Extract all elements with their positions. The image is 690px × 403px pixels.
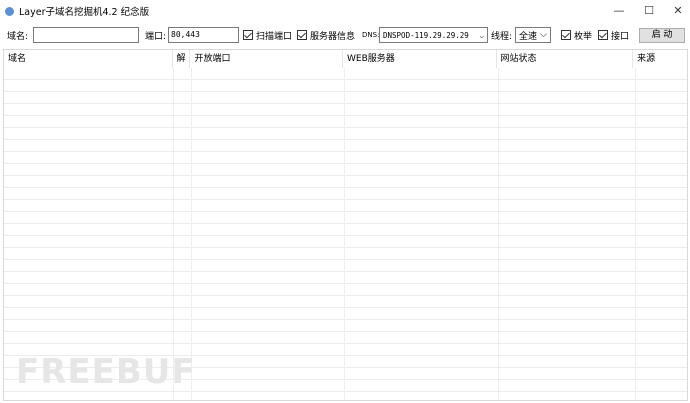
api-checkbox[interactable]: 接口 bbox=[598, 27, 629, 43]
checkbox-checked-icon bbox=[561, 30, 571, 40]
checkbox-checked-icon bbox=[243, 30, 253, 40]
chevron-down-icon: ⌵ bbox=[540, 30, 547, 40]
column-header-source[interactable]: 来源 bbox=[633, 50, 687, 68]
column-header-web-server[interactable]: WEB服务器 bbox=[343, 50, 497, 68]
window-title: Layer子域名挖掘机4.2 纪念版 bbox=[19, 7, 150, 18]
thread-label: 线程: bbox=[491, 31, 513, 42]
api-label: 接口 bbox=[611, 31, 630, 42]
column-header-open-ports[interactable]: 开放端口 bbox=[190, 50, 343, 68]
domain-label: 域名: bbox=[7, 31, 29, 42]
dns-value: DNSPOD-119.29.29.29 bbox=[383, 30, 469, 40]
port-input[interactable]: 80,443 bbox=[168, 27, 239, 43]
server-info-checkbox[interactable]: 服务器信息 bbox=[297, 27, 355, 43]
thread-value: 全速 bbox=[519, 31, 538, 42]
table-header: 域名 解 开放端口 WEB服务器 网站状态 来源 bbox=[4, 50, 687, 68]
port-label: 端口: bbox=[145, 31, 167, 42]
table-body bbox=[4, 68, 687, 400]
enumerate-label: 枚举 bbox=[574, 31, 593, 42]
dns-label: DNS: bbox=[362, 31, 380, 39]
dns-select[interactable]: DNSPOD-119.29.29.29 ⌵ bbox=[379, 27, 488, 43]
column-header-resolve[interactable]: 解 bbox=[173, 50, 191, 68]
column-header-domain[interactable]: 域名 bbox=[4, 50, 173, 68]
enumerate-checkbox[interactable]: 枚举 bbox=[561, 27, 592, 43]
server-info-label: 服务器信息 bbox=[310, 31, 356, 42]
results-table: 域名 解 开放端口 WEB服务器 网站状态 来源 bbox=[3, 49, 688, 401]
app-icon bbox=[5, 6, 14, 16]
scan-port-checkbox[interactable]: 扫描端口 bbox=[243, 27, 292, 43]
title-bar: Layer子域名挖掘机4.2 纪念版 — ☐ ✕ bbox=[0, 0, 690, 22]
thread-select[interactable]: 全速 ⌵ bbox=[515, 27, 551, 43]
freebuf-watermark: FREEBUF bbox=[16, 352, 196, 392]
domain-input[interactable] bbox=[33, 27, 139, 43]
column-header-site-status[interactable]: 网站状态 bbox=[497, 50, 634, 68]
start-button[interactable]: 启 动 bbox=[639, 27, 685, 43]
checkbox-checked-icon bbox=[297, 30, 307, 40]
minimize-button[interactable]: — bbox=[611, 3, 627, 19]
checkbox-checked-icon bbox=[598, 30, 608, 40]
toolbar: 域名: 端口: 80,443 扫描端口 服务器信息 DNS: DNSPOD-11… bbox=[0, 23, 690, 47]
scan-port-label: 扫描端口 bbox=[256, 31, 293, 42]
chevron-down-icon: ⌵ bbox=[479, 30, 484, 40]
close-button[interactable]: ✕ bbox=[670, 3, 686, 19]
maximize-button[interactable]: ☐ bbox=[641, 3, 657, 19]
